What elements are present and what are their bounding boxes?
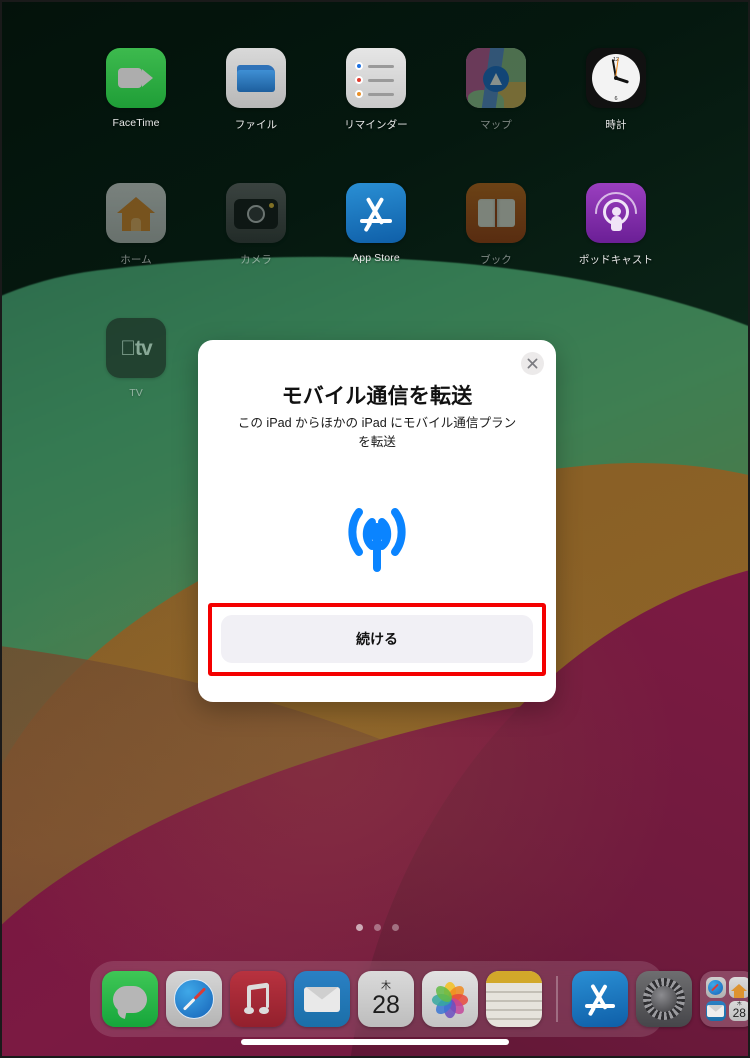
- page-dot-2[interactable]: [373, 924, 381, 931]
- app-reminders[interactable]: リマインダー: [316, 48, 436, 132]
- recent-mini-home: [729, 977, 748, 998]
- primary-action-container: 続ける: [221, 615, 533, 663]
- appstore-icon[interactable]: [346, 183, 406, 243]
- app-label: ホーム: [120, 254, 152, 266]
- dialog-subtitle: この iPad からほかの iPad にモバイル通信プランを転送: [237, 416, 517, 449]
- recent-mini-safari: [705, 977, 726, 998]
- app-row-1: FaceTime ファイル リマインダー マップ 12 6 時計: [2, 48, 748, 132]
- dock-item-recent-apps[interactable]: 木 28: [699, 971, 748, 1027]
- app-label: FaceTime: [112, 117, 160, 129]
- transfer-cellular-plan-dialog: モバイル通信を転送 この iPad からほかの iPad にモバイル通信プランを…: [198, 340, 556, 702]
- close-icon[interactable]: [521, 352, 544, 375]
- app-label: TV: [129, 387, 143, 399]
- app-label: ブック: [480, 254, 512, 266]
- app-label: カメラ: [240, 254, 272, 266]
- page-dot-1[interactable]: [355, 924, 363, 931]
- dock-divider: [556, 976, 558, 1022]
- podcasts-icon[interactable]: [586, 183, 646, 243]
- maps-icon[interactable]: [466, 48, 526, 108]
- recent-calendar-day-number: 28: [732, 1006, 746, 1021]
- dock-item-calendar[interactable]: 木 28: [358, 971, 414, 1027]
- app-label: リマインダー: [344, 119, 408, 131]
- recent-mini-calendar: 木 28: [729, 1000, 748, 1021]
- dock-item-messages[interactable]: [102, 971, 158, 1027]
- app-camera[interactable]: カメラ: [196, 183, 316, 267]
- app-label: マップ: [480, 119, 512, 131]
- recent-mini-mail: [705, 1000, 726, 1021]
- dock-item-photos[interactable]: [422, 971, 478, 1027]
- dock-item-music[interactable]: [230, 971, 286, 1027]
- clock-icon[interactable]: 12 6: [586, 48, 646, 108]
- dock-item-mail[interactable]: [294, 971, 350, 1027]
- reminders-icon[interactable]: [346, 48, 406, 108]
- tv-icon[interactable]: tv: [106, 318, 166, 378]
- app-appstore[interactable]: App Store: [316, 183, 436, 267]
- ipad-home-screen: FaceTime ファイル リマインダー マップ 12 6 時計 ホーム カメラ…: [0, 0, 750, 1058]
- app-maps[interactable]: マップ: [436, 48, 556, 132]
- continue-button[interactable]: 続ける: [221, 615, 533, 663]
- home-indicator[interactable]: [241, 1039, 509, 1045]
- dock-item-notes[interactable]: [486, 971, 542, 1027]
- dock-item-settings[interactable]: [635, 971, 692, 1027]
- dialog-title: モバイル通信を転送: [281, 385, 473, 408]
- dock: 木 28 木 28: [90, 961, 748, 1037]
- app-label: ファイル: [234, 119, 278, 131]
- calendar-day-number: 28: [372, 991, 400, 1019]
- app-facetime[interactable]: FaceTime: [76, 48, 196, 132]
- page-indicator-dots[interactable]: [2, 924, 748, 931]
- app-books[interactable]: ブック: [436, 183, 556, 267]
- app-podcasts[interactable]: ポッドキャスト: [556, 183, 676, 267]
- app-files[interactable]: ファイル: [196, 48, 316, 132]
- app-label: App Store: [352, 252, 400, 264]
- app-clock[interactable]: 12 6 時計: [556, 48, 676, 132]
- cellular-waves-icon: [198, 490, 556, 582]
- home-icon[interactable]: [106, 183, 166, 243]
- app-home[interactable]: ホーム: [76, 183, 196, 267]
- app-tv[interactable]: tv TV: [76, 318, 196, 399]
- page-dot-3[interactable]: [391, 924, 399, 931]
- app-label: ポッドキャスト: [578, 254, 654, 266]
- dock-item-safari[interactable]: [166, 971, 222, 1027]
- files-icon[interactable]: [226, 48, 286, 108]
- tv-wordmark: tv: [127, 336, 153, 360]
- app-row-2: ホーム カメラ App Store ブック ポッドキャスト: [2, 183, 748, 267]
- camera-icon[interactable]: [226, 183, 286, 243]
- apple-logo-glyph: : [120, 337, 136, 360]
- facetime-icon[interactable]: [106, 48, 166, 108]
- books-icon[interactable]: [466, 183, 526, 243]
- app-label: 時計: [605, 119, 627, 131]
- dock-item-appstore[interactable]: [571, 971, 628, 1027]
